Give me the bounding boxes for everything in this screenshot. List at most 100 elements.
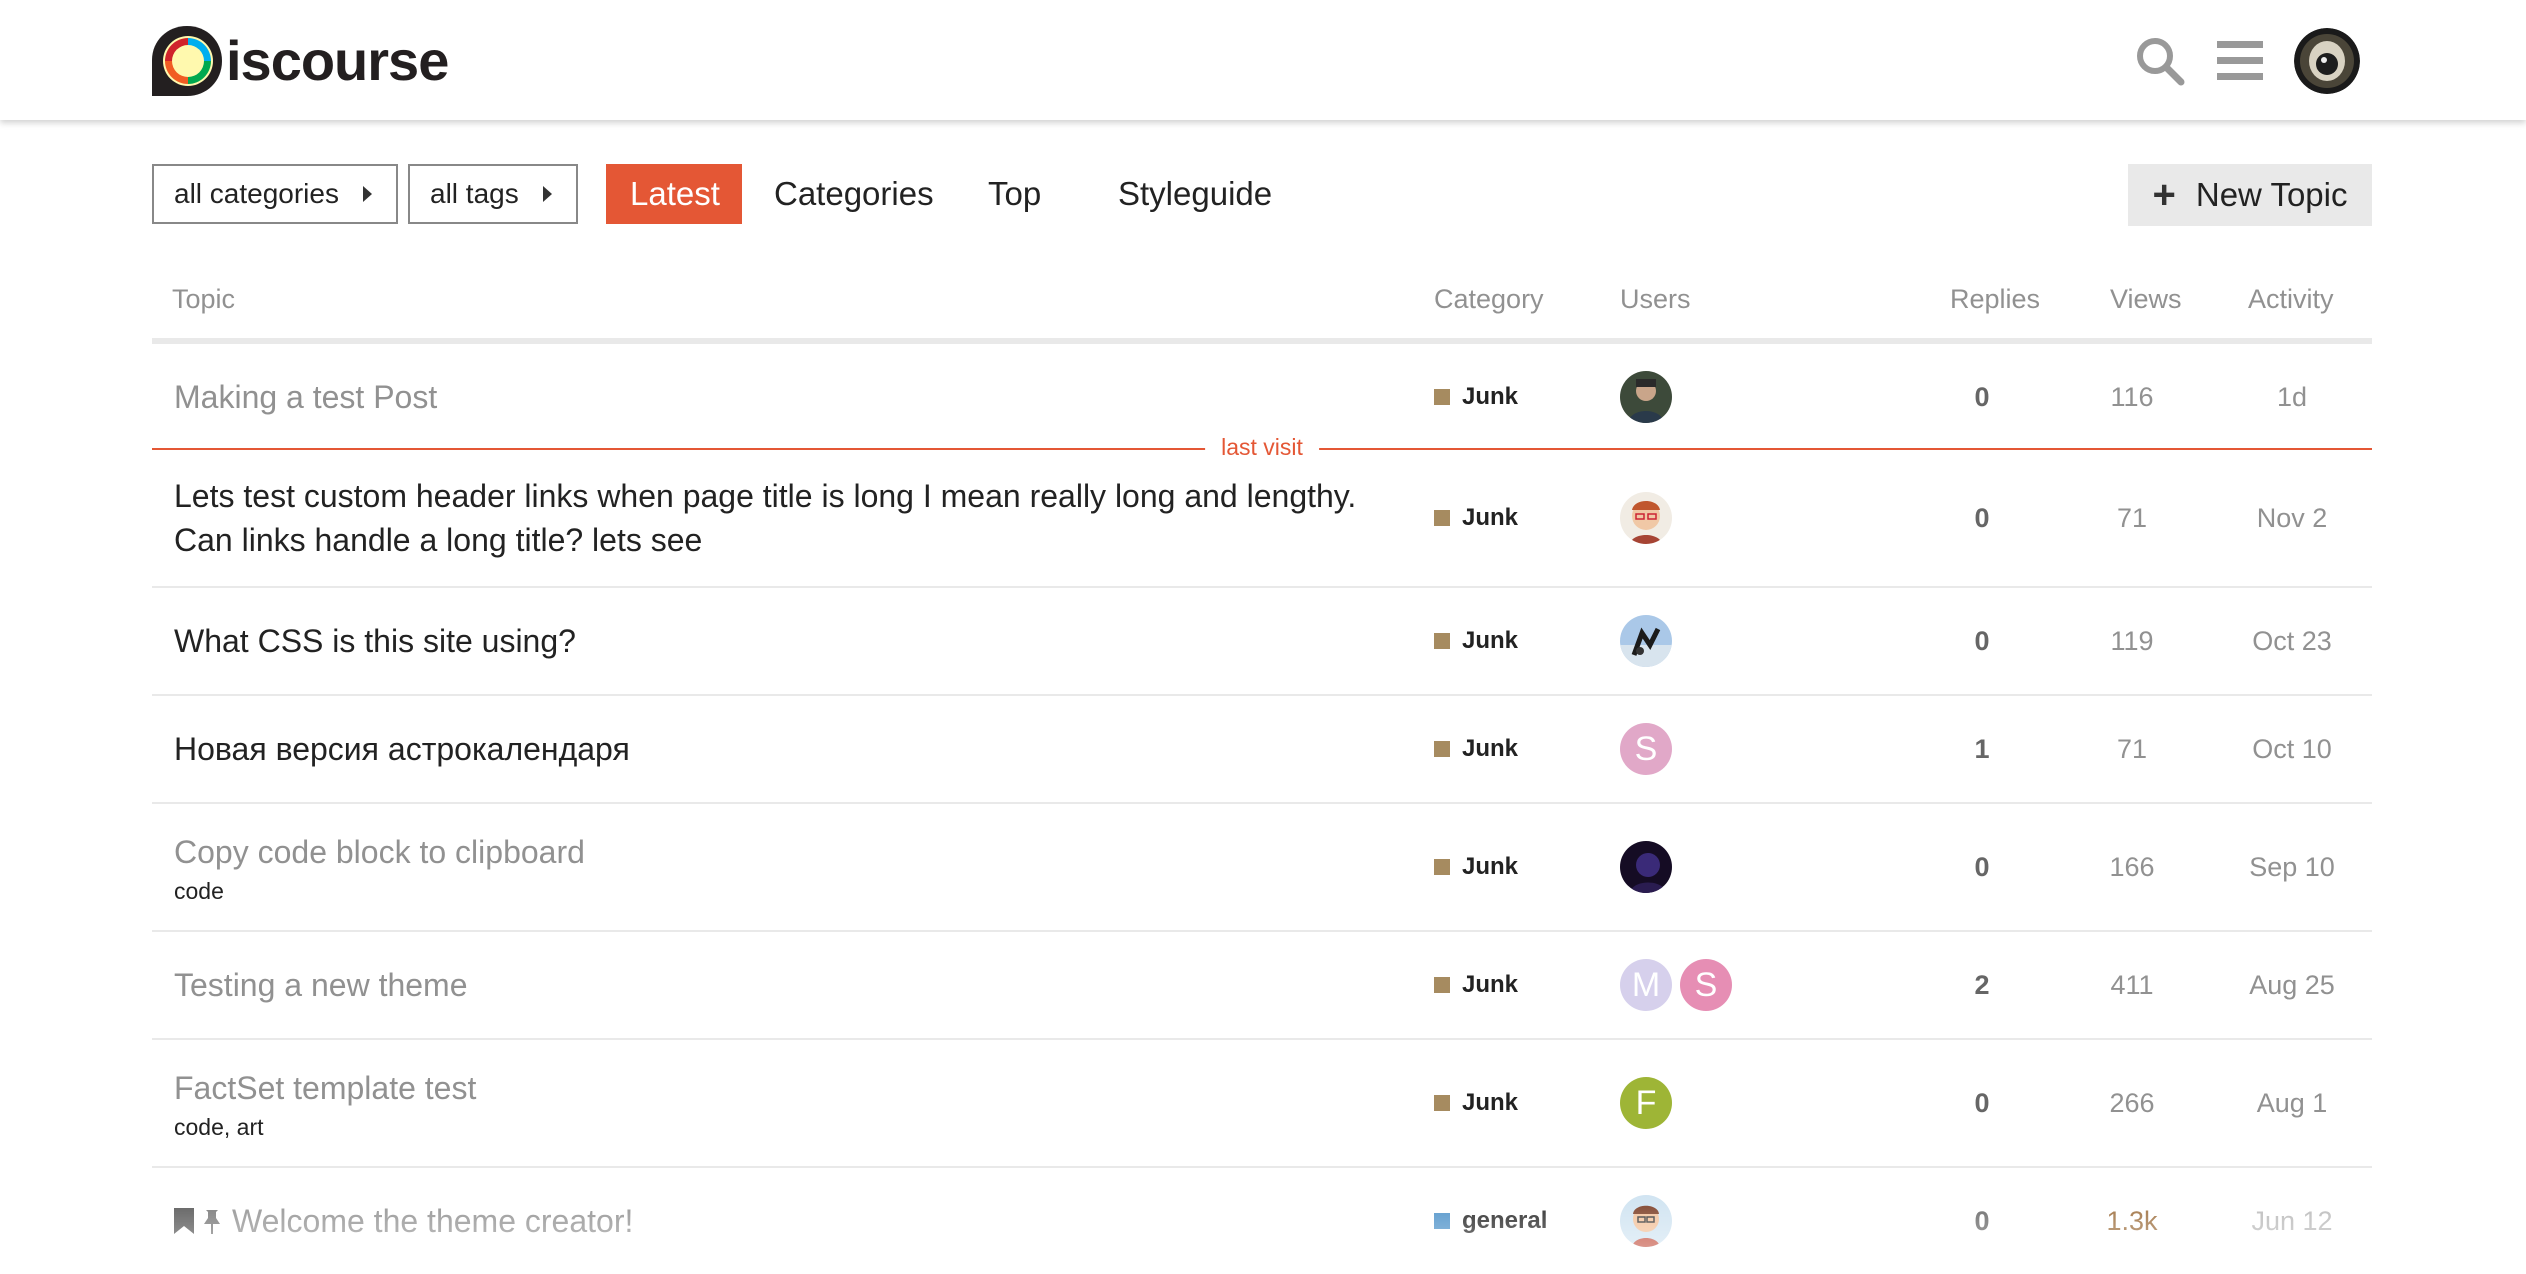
caret-right-icon: [542, 186, 552, 202]
category-color-square: [1434, 389, 1450, 405]
category-color-square: [1434, 510, 1450, 526]
navigation-bar: all categories all tags Latest Categorie…: [152, 164, 2372, 226]
category-color-square: [1434, 977, 1450, 993]
tab-latest[interactable]: Latest: [606, 164, 742, 224]
header-topic[interactable]: Topic: [172, 284, 235, 315]
current-user-avatar[interactable]: [2294, 28, 2360, 94]
discourse-logo-icon: [152, 26, 222, 96]
logo-wordmark: iscourse: [226, 29, 449, 92]
user-avatar[interactable]: [1620, 841, 1672, 893]
replies-count[interactable]: 0: [1932, 1040, 2032, 1166]
category-color-square: [1434, 741, 1450, 757]
topic-title[interactable]: Новая версия астрокалендаря: [174, 727, 630, 771]
hamburger-menu-icon[interactable]: [2214, 35, 2266, 87]
category-name: Junk: [1462, 735, 1519, 762]
replies-count[interactable]: 1: [1932, 696, 2032, 802]
topic-row[interactable]: Lets test custom header links when page …: [152, 450, 2372, 588]
replies-count[interactable]: 0: [1932, 344, 2032, 450]
category-name: Junk: [1462, 971, 1519, 998]
topic-row[interactable]: Testing a new theme Junk M S 2 411 Aug 2…: [152, 932, 2372, 1040]
user-avatar[interactable]: [1620, 371, 1672, 423]
activity-date[interactable]: Sep 10: [2222, 804, 2362, 930]
category-color-square: [1434, 1095, 1450, 1111]
replies-count[interactable]: 0: [1932, 804, 2032, 930]
activity-date[interactable]: Oct 23: [2222, 588, 2362, 694]
views-count: 266: [2109, 1087, 2155, 1118]
activity-date[interactable]: Jun 12: [2222, 1168, 2362, 1274]
tab-styleguide[interactable]: Styleguide: [1094, 164, 1296, 224]
header-category[interactable]: Category: [1434, 284, 1544, 315]
category-name: Junk: [1462, 383, 1519, 410]
category-color-square: [1434, 633, 1450, 649]
replies-count[interactable]: 0: [1932, 1168, 2032, 1274]
views-count: 116: [2110, 381, 2154, 412]
activity-date[interactable]: Nov 2: [2222, 450, 2362, 586]
user-avatar[interactable]: M: [1620, 959, 1672, 1011]
views-count: 119: [2110, 625, 2154, 656]
topic-list: Topic Category Users Replies Views Activ…: [152, 264, 2372, 1274]
header-activity[interactable]: Activity: [2248, 284, 2334, 315]
header-users: Users: [1620, 284, 1691, 314]
topic-title[interactable]: Copy code block to clipboard: [174, 830, 585, 874]
category-name: general: [1462, 1207, 1548, 1234]
topic-title[interactable]: Testing a new theme: [174, 963, 468, 1007]
search-icon[interactable]: [2134, 35, 2186, 87]
topic-title[interactable]: Making a test Post: [174, 375, 437, 419]
pin-icon: [204, 1210, 220, 1234]
topic-row[interactable]: Новая версия астрокалендаря Junk S 1 71 …: [152, 696, 2372, 804]
category-badge[interactable]: Junk: [1434, 1040, 1518, 1166]
activity-date[interactable]: Aug 25: [2222, 932, 2362, 1038]
topic-list-header: Topic Category Users Replies Views Activ…: [152, 264, 2372, 344]
views-count: 1.3k: [2106, 1205, 2158, 1236]
tags-dropdown[interactable]: all tags: [408, 164, 578, 224]
category-color-square: [1434, 1213, 1450, 1229]
caret-right-icon: [362, 186, 372, 202]
topic-title[interactable]: Lets test custom header links when page …: [174, 474, 1356, 562]
categories-dropdown[interactable]: all categories: [152, 164, 398, 224]
views-count: 166: [2109, 851, 2155, 882]
activity-date[interactable]: 1d: [2222, 344, 2362, 450]
activity-date[interactable]: Oct 10: [2222, 696, 2362, 802]
header-views[interactable]: Views: [2110, 284, 2182, 315]
topic-title[interactable]: Welcome the theme creator!: [232, 1199, 633, 1243]
header-replies[interactable]: Replies: [1950, 284, 2040, 315]
plus-icon: +: [2152, 173, 2176, 217]
topic-row[interactable]: FactSet template test code, art Junk F 0…: [152, 1040, 2372, 1168]
category-badge[interactable]: Junk: [1434, 588, 1518, 694]
topic-title[interactable]: FactSet template test: [174, 1066, 476, 1110]
new-topic-label: New Topic: [2195, 176, 2348, 213]
category-badge[interactable]: Junk: [1434, 804, 1518, 930]
tab-top[interactable]: Top: [964, 164, 1065, 224]
category-name: Junk: [1462, 1089, 1519, 1116]
category-badge[interactable]: Junk: [1434, 696, 1518, 802]
discourse-logo[interactable]: iscourse: [150, 24, 449, 98]
user-avatar[interactable]: [1620, 492, 1672, 544]
category-badge[interactable]: Junk: [1434, 932, 1518, 1038]
user-avatar[interactable]: S: [1680, 959, 1732, 1011]
activity-date[interactable]: Aug 1: [2222, 1040, 2362, 1166]
topic-row[interactable]: Welcome the theme creator! general 0 1.3…: [152, 1168, 2372, 1274]
views-count: 411: [2110, 969, 2154, 1000]
user-avatar[interactable]: [1620, 1195, 1672, 1247]
replies-count[interactable]: 0: [1932, 588, 2032, 694]
topic-row[interactable]: What CSS is this site using? Junk 0 119 …: [152, 588, 2372, 696]
category-name: Junk: [1462, 853, 1519, 880]
topic-row[interactable]: Copy code block to clipboard code Junk 0…: [152, 804, 2372, 932]
topic-tags[interactable]: code, art: [174, 1114, 264, 1141]
replies-count[interactable]: 0: [1932, 450, 2032, 586]
tab-categories[interactable]: Categories: [750, 164, 958, 224]
topic-title[interactable]: What CSS is this site using?: [174, 619, 576, 663]
views-count: 71: [2116, 502, 2148, 533]
new-topic-button[interactable]: + New Topic: [2128, 164, 2372, 226]
user-avatar[interactable]: S: [1620, 723, 1672, 775]
replies-count[interactable]: 2: [1932, 932, 2032, 1038]
category-badge[interactable]: Junk: [1434, 450, 1518, 586]
topic-tags[interactable]: code: [174, 878, 224, 905]
user-avatar[interactable]: F: [1620, 1077, 1672, 1129]
category-badge[interactable]: Junk: [1434, 344, 1518, 450]
topic-title-line: Lets test custom header links when page …: [174, 478, 1357, 514]
views-count: 71: [2116, 733, 2148, 764]
user-avatar[interactable]: [1620, 615, 1672, 667]
site-header: iscourse: [0, 0, 2526, 120]
category-badge[interactable]: general: [1434, 1168, 1547, 1274]
